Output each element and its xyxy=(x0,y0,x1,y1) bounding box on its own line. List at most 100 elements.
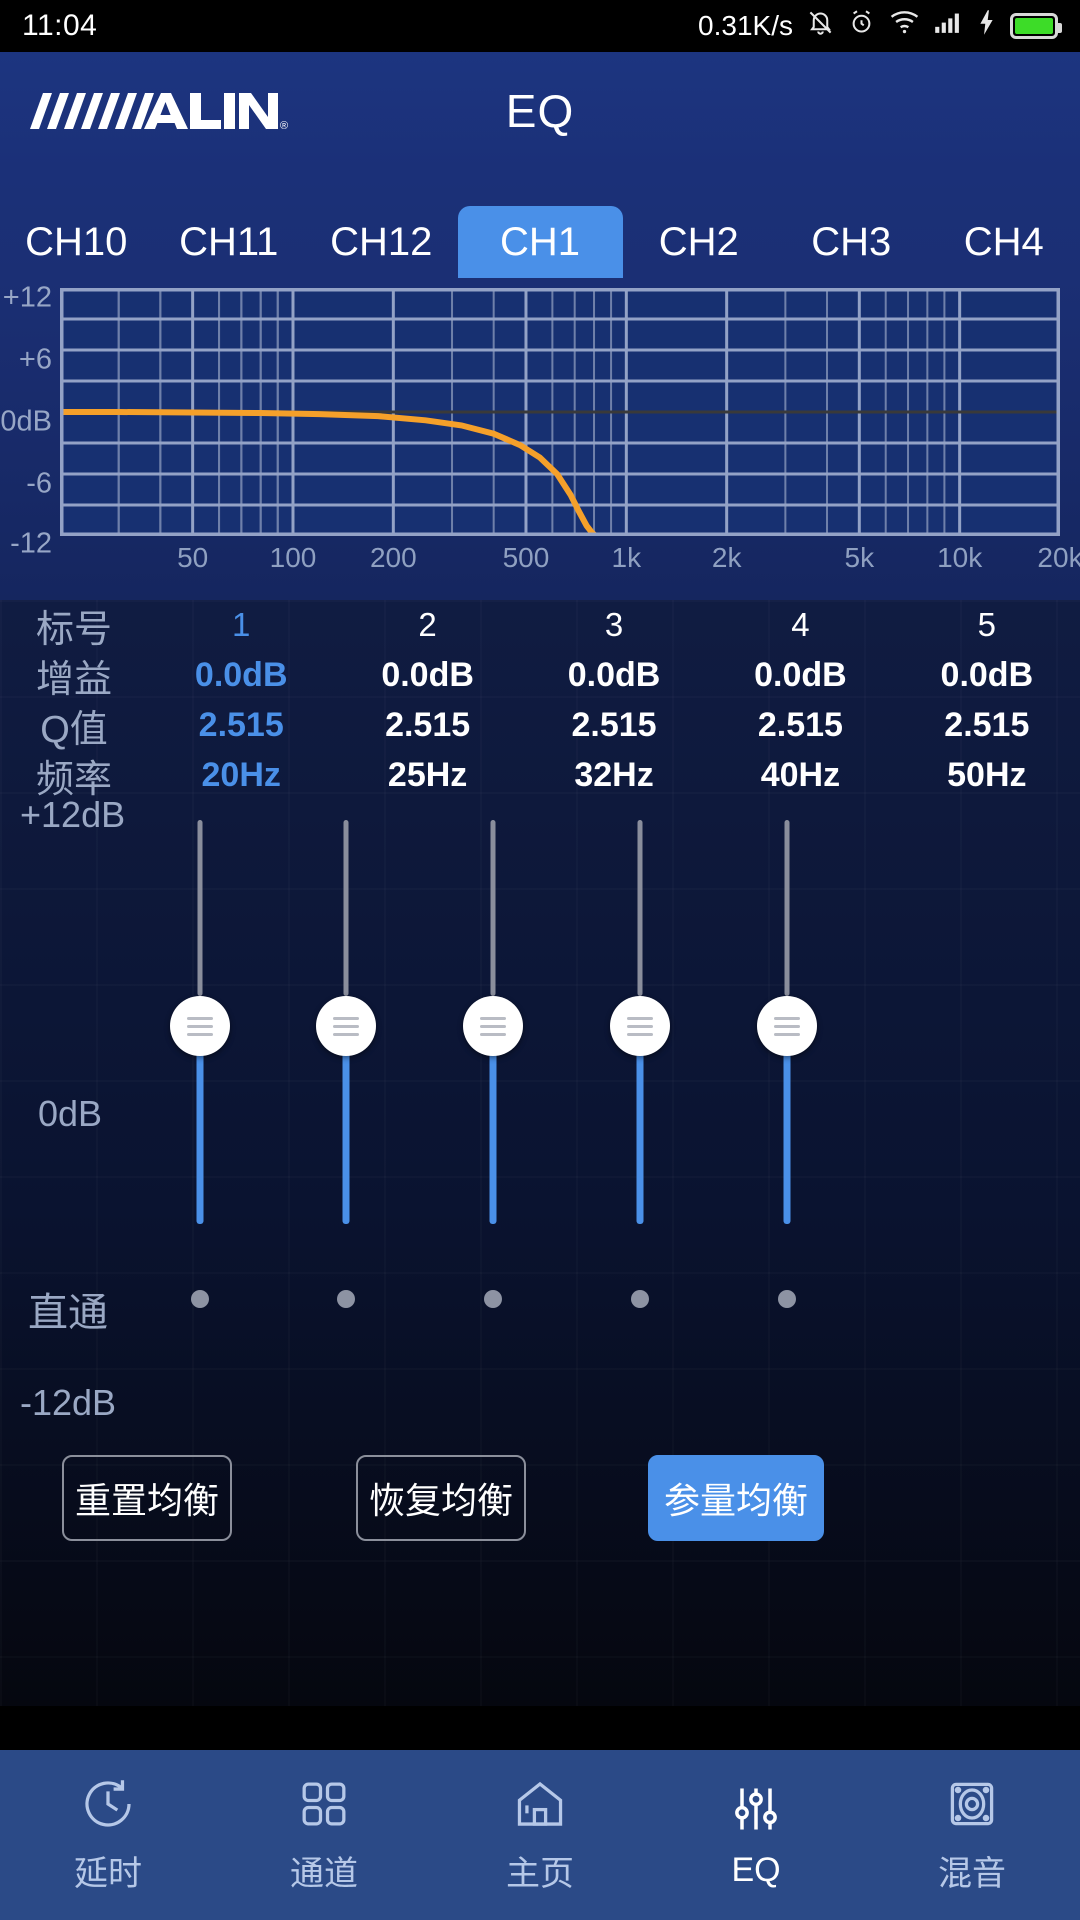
y-tick-12: +12 xyxy=(2,281,52,314)
chart-plot-area xyxy=(60,288,1060,536)
band-5-frequency[interactable]: 50Hz xyxy=(894,756,1080,795)
svg-text:®: ® xyxy=(280,120,288,132)
nav-label-eq: EQ xyxy=(731,1850,781,1889)
bypass-indicator-band-1[interactable] xyxy=(191,1290,209,1308)
band-1-index[interactable]: 1 xyxy=(148,606,334,644)
status-bar: 11:04 0.31K/s xyxy=(0,0,1080,52)
band-4-q[interactable]: 2.515 xyxy=(707,706,893,745)
status-icons: 0.31K/s xyxy=(698,8,1062,45)
gain-slider-group: +12dB 0dB -12dB 直通 xyxy=(0,794,1080,1423)
slider-track-inactive xyxy=(343,820,349,996)
nav-label-delay: 延时 xyxy=(74,1854,142,1893)
y-tick-6: +6 xyxy=(18,343,52,376)
network-speed-label: 0.31K/s xyxy=(698,10,793,41)
tab-ch1[interactable]: CH1 xyxy=(457,206,623,278)
nav-item-mixer[interactable]: 混音 xyxy=(864,1750,1080,1920)
bell-mute-icon xyxy=(807,8,834,45)
home-icon xyxy=(512,1776,568,1832)
alarm-icon xyxy=(848,8,875,45)
chart-y-axis: +12 +6 0dB -6 -12 xyxy=(0,278,58,560)
gain-slider-band-5[interactable] xyxy=(687,810,887,1410)
page-title: EQ xyxy=(505,85,575,137)
alpine-logo: ® xyxy=(30,85,288,137)
row-label-q: Q值 xyxy=(40,708,108,751)
wifi-icon xyxy=(889,9,920,43)
y-tick-neg12: -12 xyxy=(10,527,52,560)
x-tick-50: 50 xyxy=(177,542,209,573)
band-2-gain[interactable]: 0.0dB xyxy=(334,656,520,695)
reset-eq-button[interactable]: 重置均衡 xyxy=(62,1455,232,1541)
slider-thumb[interactable] xyxy=(316,996,376,1056)
band-2-index[interactable]: 2 xyxy=(334,606,520,644)
x-tick-10k: 10k xyxy=(937,542,983,573)
clock-rotate-icon xyxy=(80,1776,136,1832)
bypass-indicator-band-2[interactable] xyxy=(337,1290,355,1308)
band-5-index[interactable]: 5 xyxy=(894,606,1080,644)
table-row-q: Q值 2.515 2.515 2.515 2.515 2.515 xyxy=(0,700,1080,751)
nav-label-mixer: 混音 xyxy=(938,1854,1006,1893)
band-4-frequency[interactable]: 40Hz xyxy=(707,756,893,795)
status-time: 11:04 xyxy=(22,9,98,42)
action-button-row: 重置均衡 恢复均衡 参量均衡 xyxy=(0,1455,1080,1565)
tab-ch10[interactable]: CH10 xyxy=(0,206,153,278)
y-tick-0: 0dB xyxy=(0,405,52,438)
slider-thumb[interactable] xyxy=(463,996,523,1056)
band-5-q[interactable]: 2.515 xyxy=(894,706,1080,745)
slider-scale-mid: 0dB xyxy=(38,1093,103,1134)
bypass-indicator-band-4[interactable] xyxy=(631,1290,649,1308)
row-label-index: 标号 xyxy=(35,608,112,651)
tab-ch4[interactable]: CH4 xyxy=(928,206,1080,278)
grid-squares-icon xyxy=(296,1776,352,1832)
x-tick-1k: 1k xyxy=(611,542,642,573)
bottom-navigation: 延时 通道 主页 EQ 混音 xyxy=(0,1750,1080,1920)
nav-separator xyxy=(0,1706,1080,1750)
band-2-q[interactable]: 2.515 xyxy=(334,706,520,745)
nav-item-eq[interactable]: EQ xyxy=(648,1750,864,1920)
band-2-frequency[interactable]: 25Hz xyxy=(334,756,520,795)
band-4-gain[interactable]: 0.0dB xyxy=(707,656,893,695)
table-row-gain: 增益 0.0dB 0.0dB 0.0dB 0.0dB 0.0dB xyxy=(0,650,1080,701)
bypass-row-label: 直通 xyxy=(28,1291,108,1335)
band-3-q[interactable]: 2.515 xyxy=(521,706,707,745)
nav-item-channel[interactable]: 通道 xyxy=(216,1750,432,1920)
band-parameter-table: 标号 1 2 3 4 5 增益 0.0dB 0.0dB 0.0dB 0.0dB … xyxy=(0,600,1080,801)
slider-track-inactive xyxy=(637,820,643,996)
band-4-index[interactable]: 4 xyxy=(707,606,893,644)
nav-label-home: 主页 xyxy=(506,1854,574,1893)
band-3-frequency[interactable]: 32Hz xyxy=(521,756,707,795)
band-3-index[interactable]: 3 xyxy=(521,606,707,644)
restore-eq-button[interactable]: 恢复均衡 xyxy=(356,1455,526,1541)
nav-item-delay[interactable]: 延时 xyxy=(0,1750,216,1920)
tab-ch11[interactable]: CH11 xyxy=(153,206,306,278)
app-header: ® EQ xyxy=(0,52,1080,170)
band-1-frequency[interactable]: 20Hz xyxy=(148,756,334,795)
slider-track-active xyxy=(489,1042,497,1224)
slider-thumb[interactable] xyxy=(757,996,817,1056)
nav-label-channel: 通道 xyxy=(290,1854,358,1893)
signal-icon xyxy=(934,9,963,43)
slider-thumb[interactable] xyxy=(610,996,670,1056)
x-tick-500: 500 xyxy=(502,542,550,573)
tab-ch12[interactable]: CH12 xyxy=(305,206,458,278)
x-tick-100: 100 xyxy=(269,542,317,573)
app-root: 11:04 0.31K/s ® EQ CH10 CH11 CH12 CH1 CH… xyxy=(0,0,1080,1920)
nav-item-home[interactable]: 主页 xyxy=(432,1750,648,1920)
tab-ch3[interactable]: CH3 xyxy=(775,206,928,278)
slider-thumb[interactable] xyxy=(170,996,230,1056)
bypass-indicator-band-5[interactable] xyxy=(778,1290,796,1308)
tab-ch2[interactable]: CH2 xyxy=(623,206,776,278)
slider-track-active xyxy=(342,1042,350,1224)
eq-response-chart: +12 +6 0dB -6 -12 50 100 200 500 1k 2k 5… xyxy=(0,278,1080,600)
channel-tab-bar: CH10 CH11 CH12 CH1 CH2 CH3 CH4 xyxy=(0,170,1080,278)
slider-track-inactive xyxy=(784,820,790,996)
table-row-frequency: 频率 20Hz 25Hz 32Hz 40Hz 50Hz xyxy=(0,750,1080,801)
y-tick-neg6: -6 xyxy=(26,467,52,500)
x-tick-200: 200 xyxy=(369,542,417,573)
band-5-gain[interactable]: 0.0dB xyxy=(894,656,1080,695)
charging-bolt-icon xyxy=(977,9,996,44)
bypass-indicator-band-3[interactable] xyxy=(484,1290,502,1308)
parametric-eq-button[interactable]: 参量均衡 xyxy=(648,1455,824,1541)
band-3-gain[interactable]: 0.0dB xyxy=(521,656,707,695)
band-1-q[interactable]: 2.515 xyxy=(148,706,334,745)
band-1-gain[interactable]: 0.0dB xyxy=(148,656,334,695)
